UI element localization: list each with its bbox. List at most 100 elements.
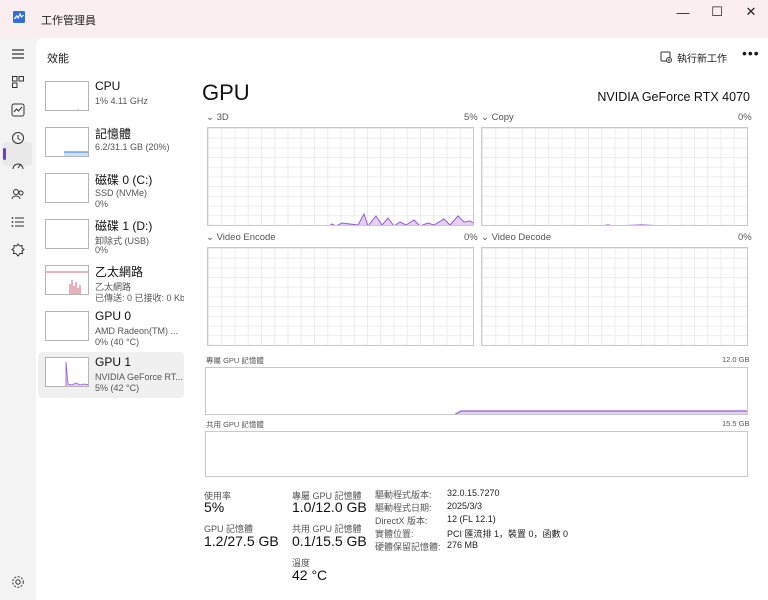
engine-percent: 0%	[464, 232, 478, 243]
close-icon: ✕	[745, 4, 757, 19]
engine-name: Copy	[491, 112, 514, 123]
run-task-icon	[660, 51, 672, 63]
memory-thumbnail	[45, 127, 89, 157]
main-panel: 效能 執行新工作 ••• CPU 1% 4.11 GHz 記憶體 6.2/31.…	[36, 38, 768, 600]
performance-icon[interactable]	[8, 100, 28, 120]
shared-memory-stat-value: 0.1/15.5 GB	[292, 533, 367, 549]
device-item-cpu[interactable]: CPU 1% 4.11 GHz	[38, 76, 184, 122]
engine-percent: 0%	[738, 232, 752, 243]
info-key: 實體位置:	[375, 529, 414, 539]
device-usage: 0%	[95, 199, 109, 209]
app-history-icon[interactable]	[8, 128, 28, 148]
device-name: GPU 1	[95, 355, 132, 369]
gpu-0-thumbnail	[45, 311, 89, 341]
engine-percent: 5%	[464, 112, 478, 123]
graph-dedicated-memory	[205, 367, 748, 415]
startup-icon[interactable]	[8, 156, 28, 176]
device-name: GPU 0	[95, 309, 132, 323]
info-value: PCI 匯流排 1，裝置 0，函數 0	[447, 529, 569, 539]
graph-grid	[208, 248, 473, 345]
run-new-task-button[interactable]: 執行新工作	[660, 48, 727, 66]
device-detail: 6.2/31.1 GB (20%)	[95, 142, 170, 152]
graph-3d-trace	[329, 212, 473, 225]
engine-selector-video-decode[interactable]: ⌄ Video Decode	[481, 232, 551, 243]
page-title: 效能	[47, 53, 69, 65]
device-item-ethernet[interactable]: 乙太網路 乙太網路 已傳送: 0 已接收: 0 Kbps	[38, 260, 184, 306]
shared-memory-trace	[206, 432, 748, 477]
engine-percent: 0%	[738, 112, 752, 123]
device-usage: 5% (42 °C)	[95, 383, 140, 393]
settings-icon[interactable]	[8, 572, 28, 592]
device-item-gpu-1[interactable]: GPU 1 NVIDIA GeForce RT... 5% (42 °C)	[38, 352, 184, 398]
details-icon[interactable]	[8, 212, 28, 232]
title-bar: 工作管理員 — ☐ ✕	[0, 0, 768, 38]
cpu-thumbnail	[45, 81, 89, 111]
processes-icon[interactable]	[8, 72, 28, 92]
disk-1-thumbnail	[45, 219, 89, 249]
hamburger-icon[interactable]	[8, 44, 28, 64]
gpu-title: GPU	[202, 80, 250, 105]
device-name: 記憶體	[95, 127, 132, 141]
info-value: 32.0.15.7270	[447, 488, 500, 498]
dedicated-memory-max: 12.0 GB	[722, 355, 750, 364]
maximize-icon: ☐	[711, 4, 723, 19]
device-item-memory[interactable]: 記憶體 6.2/31.1 GB (20%)	[38, 122, 184, 168]
run-new-task-label: 執行新工作	[677, 53, 727, 65]
device-detail: 1% 4.11 GHz	[95, 96, 148, 106]
disk-0-thumbnail	[45, 173, 89, 203]
device-name: 乙太網路	[95, 265, 144, 279]
navigation-rail	[0, 38, 36, 600]
nav-selection-indicator	[3, 148, 6, 160]
graph-3d	[207, 127, 474, 226]
temperature-value: 42 °C	[292, 567, 328, 583]
device-usage: 0% (40 °C)	[95, 337, 140, 347]
dedicated-memory-label: 專屬 GPU 記憶體	[206, 356, 264, 365]
engine-selector-3d[interactable]: ⌄ 3D	[206, 112, 229, 123]
graph-copy-trace	[604, 224, 655, 225]
dedicated-memory-trace	[454, 410, 747, 414]
ethernet-thumbnail	[45, 265, 89, 295]
device-item-gpu-0[interactable]: GPU 0 AMD Radeon(TM) ... 0% (40 °C)	[38, 306, 184, 352]
graph-shared-memory	[205, 431, 748, 477]
dedicated-memory-stat-value: 1.0/12.0 GB	[292, 499, 367, 515]
device-item-disk-1[interactable]: 磁碟 1 (D:) 卸除式 (USB) 0%	[38, 214, 184, 260]
graph-video-decode	[481, 247, 748, 346]
graph-copy	[481, 127, 748, 226]
info-key: DirectX 版本:	[375, 516, 428, 526]
close-button[interactable]: ✕	[728, 0, 768, 24]
info-value: 2025/3/3	[447, 501, 483, 511]
services-icon[interactable]	[8, 240, 28, 260]
device-item-disk-0[interactable]: 磁碟 0 (C:) SSD (NVMe) 0%	[38, 168, 184, 214]
gpu-memory-value: 1.2/27.5 GB	[204, 533, 279, 549]
task-manager-app-icon	[13, 11, 25, 23]
device-name: 磁碟 0 (C:)	[95, 173, 153, 187]
info-value: 12 (FL 12.1)	[447, 514, 496, 524]
app-title: 工作管理員	[41, 15, 96, 27]
engine-selector-copy[interactable]: ⌄ Copy	[481, 112, 514, 123]
info-value: 276 MB	[447, 540, 479, 550]
info-key: 驅動程式日期:	[375, 503, 432, 513]
utilization-value: 5%	[204, 499, 225, 515]
engine-name: Video Encode	[216, 232, 276, 243]
more-options-button[interactable]: •••	[742, 45, 760, 61]
shared-memory-label: 共用 GPU 記憶體	[206, 420, 264, 429]
engine-name: Video Decode	[491, 232, 552, 243]
device-detail: SSD (NVMe)	[95, 188, 148, 198]
gpu-1-thumbnail	[45, 357, 89, 387]
device-usage: 已傳送: 0 已接收: 0 Kbps	[95, 293, 184, 303]
device-detail: NVIDIA GeForce RT...	[95, 372, 183, 382]
info-key: 硬體保留記憶體:	[375, 542, 441, 552]
graph-video-encode	[207, 247, 474, 346]
gpu-model-name: NVIDIA GeForce RTX 4070	[597, 90, 750, 104]
info-key: 驅動程式版本:	[375, 490, 432, 500]
engine-name: 3D	[216, 112, 229, 123]
shared-memory-max: 15.5 GB	[722, 419, 750, 428]
minimize-icon: —	[676, 4, 690, 20]
engine-selector-video-encode[interactable]: ⌄ Video Encode	[206, 232, 276, 243]
device-name: CPU	[95, 79, 121, 93]
graph-grid	[482, 248, 747, 345]
users-icon[interactable]	[8, 184, 28, 204]
device-detail: AMD Radeon(TM) ...	[95, 326, 179, 336]
device-name: 磁碟 1 (D:)	[95, 219, 153, 233]
device-usage: 0%	[95, 245, 109, 255]
